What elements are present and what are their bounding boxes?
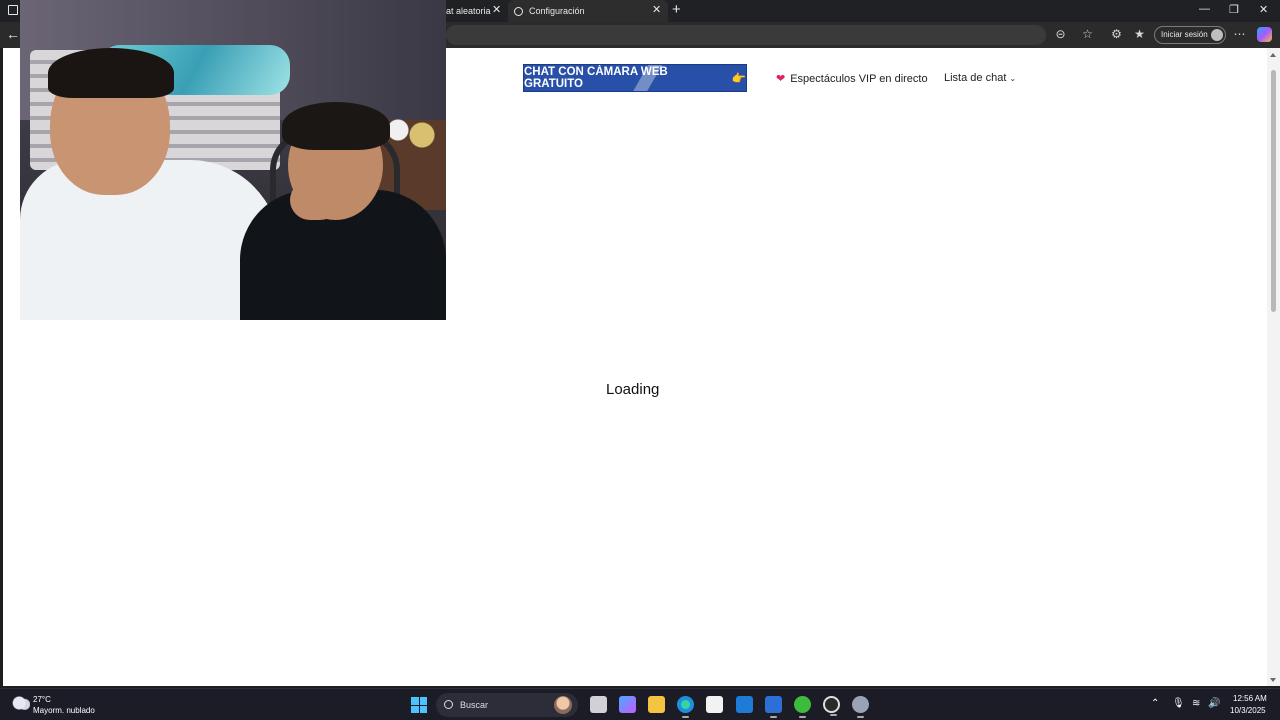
- person-right-hair: [282, 102, 390, 150]
- restore-icon[interactable]: ❐: [1229, 3, 1239, 16]
- chevron-down-icon: ⌄: [1009, 73, 1017, 83]
- outlook-icon[interactable]: [736, 696, 753, 713]
- page-scrollbar[interactable]: [1267, 48, 1280, 686]
- nav-vip-label: Espectáculos VIP en directo: [790, 72, 928, 85]
- wifi-icon[interactable]: ≋: [1192, 698, 1200, 709]
- sign-in-button[interactable]: Iniciar sesión: [1154, 26, 1226, 44]
- heart-icon: ❤: [776, 73, 786, 85]
- xbox-icon[interactable]: [794, 696, 811, 718]
- clock-time[interactable]: 12:56 AM: [1233, 694, 1267, 703]
- clock-date[interactable]: 10/3/2025: [1230, 706, 1266, 715]
- chatgpt-icon[interactable]: [823, 696, 840, 716]
- tab-random-chat[interactable]: at aleatoria ✕: [446, 0, 506, 22]
- scroll-up-icon[interactable]: [1270, 53, 1276, 57]
- edge-browser-icon[interactable]: [677, 696, 694, 718]
- nav-chat-list[interactable]: Lista de chat ⌄: [944, 72, 1016, 84]
- nav-list-label: Lista de chat: [944, 72, 1007, 84]
- extensions-icon[interactable]: ⚙: [1110, 28, 1123, 41]
- tab-label: at aleatoria: [446, 6, 491, 16]
- weather-cloud-icon[interactable]: [12, 696, 30, 710]
- tab-settings[interactable]: Configuración ✕: [508, 0, 668, 22]
- settings-gear-icon[interactable]: [852, 696, 869, 718]
- task-view-icon[interactable]: [590, 696, 607, 713]
- cta-label: CHAT CON CÁMARA WEB GRATUITO: [524, 66, 668, 90]
- weather-description[interactable]: Mayorm. nublado: [33, 706, 95, 715]
- webcam-video: [20, 0, 446, 320]
- person-right-hand: [290, 180, 340, 220]
- tab-label: Configuración: [529, 6, 585, 16]
- chevron-up-icon[interactable]: ⌃: [1151, 698, 1159, 709]
- close-tab-icon[interactable]: ✕: [492, 3, 501, 16]
- close-window-icon[interactable]: ✕: [1259, 3, 1268, 16]
- weather-temperature[interactable]: 27°C: [33, 695, 51, 704]
- minimize-icon[interactable]: —: [1199, 3, 1210, 15]
- gear-icon: [514, 6, 523, 16]
- pointing-hand-icon: 👉: [731, 73, 746, 85]
- volume-icon[interactable]: 🔊: [1208, 698, 1220, 709]
- back-icon[interactable]: ←: [6, 26, 20, 42]
- search-icon: [444, 700, 453, 709]
- person-left-hair: [48, 48, 174, 98]
- windows-start-icon[interactable]: [411, 697, 427, 713]
- taskbar-search[interactable]: Buscar: [436, 693, 578, 717]
- scroll-thumb[interactable]: [1271, 70, 1276, 312]
- nav-vip-shows[interactable]: ❤ Espectáculos VIP en directo: [776, 72, 928, 86]
- sign-in-label: Iniciar sesión: [1161, 30, 1208, 39]
- file-explorer-icon[interactable]: [648, 696, 665, 713]
- window-menu-icon[interactable]: [8, 5, 18, 15]
- url-field[interactable]: [446, 25, 1046, 45]
- translate-icon[interactable]: ⊝: [1054, 28, 1067, 41]
- microphone-icon[interactable]: 🎙: [1172, 698, 1185, 709]
- favorites-icon[interactable]: ★: [1133, 28, 1146, 41]
- free-webcam-chat-button[interactable]: CHAT CON CÁMARA WEB GRATUITO 👉: [523, 64, 747, 92]
- store-icon[interactable]: [706, 696, 723, 713]
- close-tab-icon[interactable]: ✕: [652, 3, 661, 16]
- new-tab-button[interactable]: +: [672, 1, 681, 18]
- search-label: Buscar: [460, 700, 489, 710]
- scroll-down-icon[interactable]: [1270, 678, 1276, 682]
- favorite-star-icon[interactable]: ☆: [1081, 28, 1094, 41]
- search-highlight-icon: [554, 696, 572, 714]
- media-player-icon[interactable]: [765, 696, 782, 718]
- more-icon[interactable]: ⋯: [1233, 28, 1246, 41]
- windows-taskbar: 27°C Mayorm. nublado Buscar ⌃ 🎙 ≋ 🔊 12:5…: [0, 688, 1280, 720]
- avatar: [1211, 29, 1223, 41]
- loading-text: Loading: [606, 381, 660, 398]
- copilot-app-icon[interactable]: [619, 696, 636, 713]
- copilot-icon[interactable]: [1257, 27, 1272, 42]
